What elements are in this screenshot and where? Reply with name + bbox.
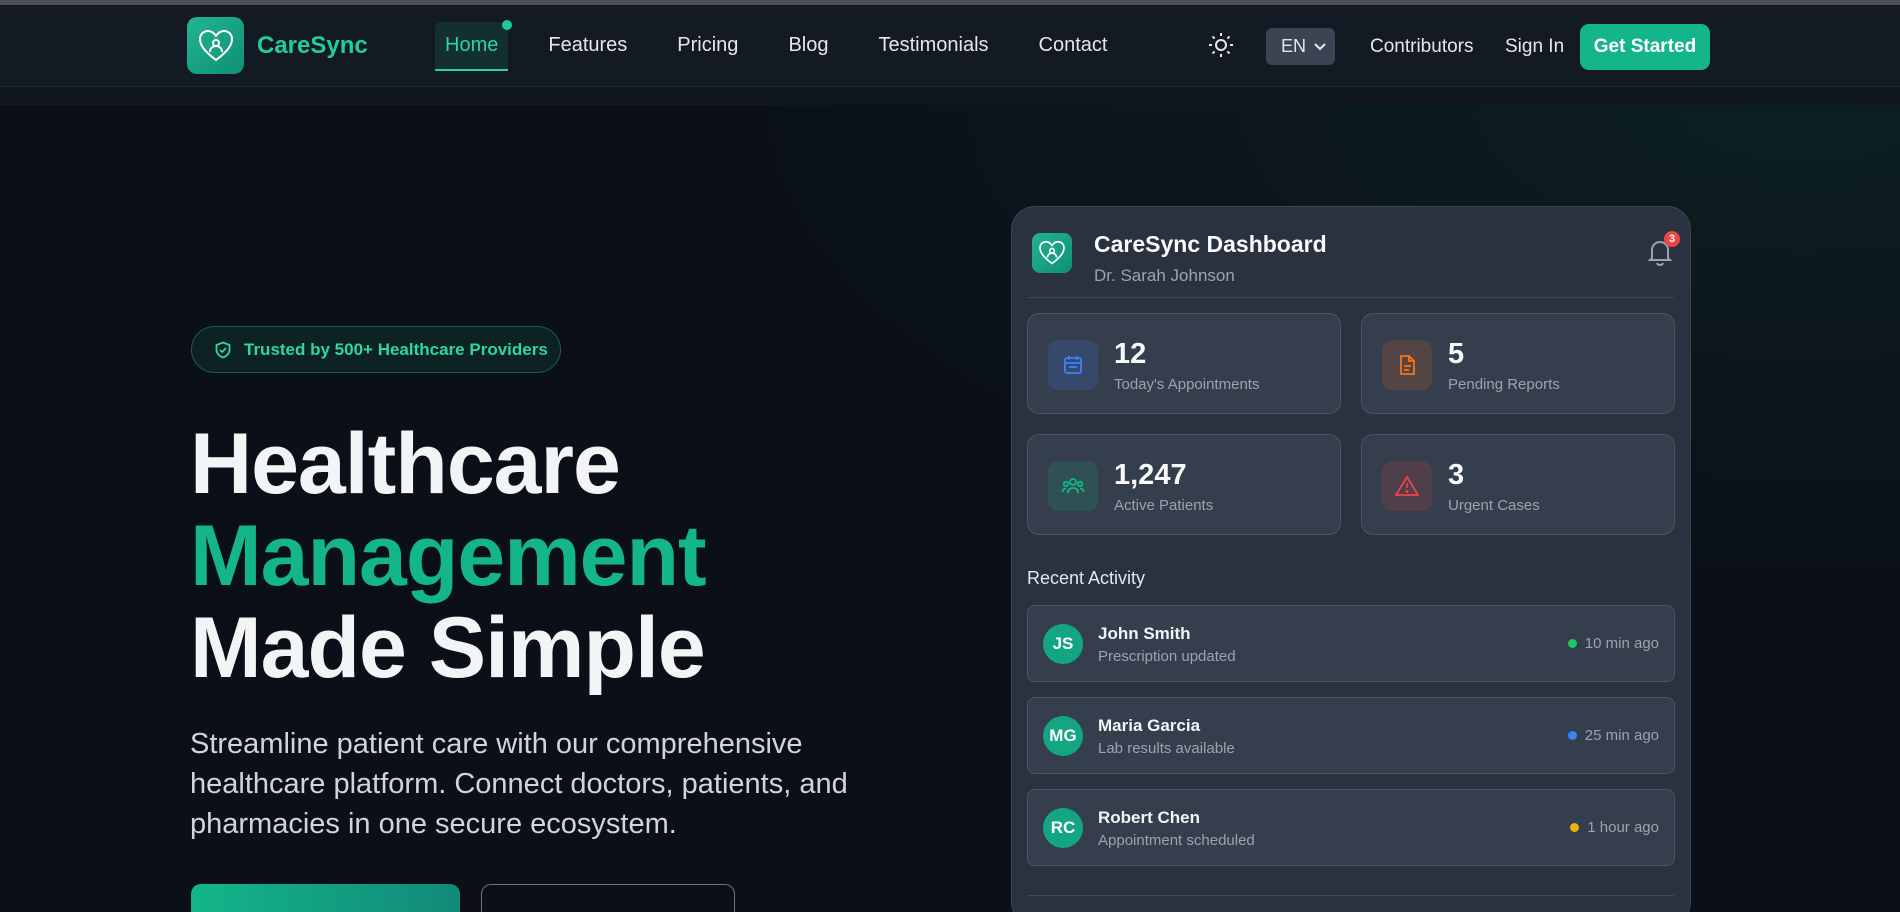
notifications-button[interactable]: 3 (1646, 231, 1680, 267)
stat-label: Pending Reports (1448, 376, 1560, 393)
calendar-icon (1048, 340, 1098, 390)
nav-link-label: Blog (788, 34, 829, 56)
activity-time-text: 25 min ago (1584, 727, 1659, 744)
language-select[interactable]: EN (1266, 28, 1335, 65)
activity-description: Appointment scheduled (1098, 832, 1255, 849)
hero-secondary-button[interactable] (481, 884, 735, 912)
stat-value: 3 (1448, 459, 1465, 491)
active-indicator-dot (502, 20, 513, 30)
shield-check-icon (215, 341, 231, 358)
hero-subtitle: Streamline patient care with our compreh… (190, 728, 848, 840)
heart-logo-icon (187, 17, 244, 74)
stat-label: Today's Appointments (1114, 376, 1260, 393)
trust-badge-text: Trusted by 500+ Healthcare Providers (244, 339, 548, 359)
status-dot (1570, 823, 1580, 832)
activity-description: Lab results available (1098, 740, 1235, 757)
nav-link-features[interactable]: Features (538, 22, 637, 71)
recent-activity-title: Recent Activity (1027, 568, 1146, 588)
activity-name: Robert Chen (1098, 808, 1200, 827)
activity-item[interactable]: JS John Smith Prescription updated 10 mi… (1027, 605, 1675, 682)
navbar-shadow (0, 87, 1900, 105)
stat-label: Active Patients (1114, 497, 1214, 514)
divider (1028, 297, 1674, 298)
status-dot (1567, 639, 1577, 648)
trust-badge: Trusted by 500+ Healthcare Providers (191, 326, 561, 373)
sign-in-link[interactable]: Sign In (1505, 36, 1564, 58)
sun-icon (1209, 33, 1233, 57)
nav-link-label: Home (445, 34, 499, 56)
stat-value: 5 (1448, 338, 1465, 370)
nav-link-label: Testimonials (878, 34, 989, 56)
nav-link-pricing[interactable]: Pricing (667, 22, 748, 71)
activity-time-text: 1 hour ago (1587, 819, 1659, 836)
hero-title-line1: Healthcare (190, 416, 621, 512)
nav-link-label: Features (548, 34, 628, 56)
notification-count-badge: 3 (1664, 231, 1680, 247)
stat-card-pending-reports[interactable]: 5 Pending Reports (1361, 313, 1675, 414)
hero-title-line3: Made Simple (190, 600, 706, 696)
nav-link-testimonials[interactable]: Testimonials (868, 22, 998, 71)
activity-time: 1 hour ago (1570, 819, 1659, 836)
contributors-link[interactable]: Contributors (1370, 36, 1474, 58)
dashboard-header: CareSync Dashboard Dr. Sarah Johnson (1032, 231, 1327, 286)
theme-toggle-button[interactable] (1206, 30, 1236, 60)
divider (1028, 895, 1674, 896)
stat-value: 1,247 (1114, 459, 1187, 491)
stat-card-active-patients[interactable]: 1,247 Active Patients (1027, 434, 1341, 535)
activity-time: 25 min ago (1567, 727, 1659, 744)
dashboard-title: CareSync Dashboard (1094, 231, 1327, 257)
document-icon (1382, 340, 1432, 390)
nav-link-home[interactable]: Home (435, 20, 513, 71)
language-value: EN (1281, 36, 1307, 56)
stat-label: Urgent Cases (1448, 497, 1540, 514)
activity-description: Prescription updated (1098, 648, 1236, 665)
activity-item[interactable]: MG Maria Garcia Lab results available 25… (1027, 697, 1675, 774)
status-dot (1567, 731, 1577, 740)
users-icon (1048, 461, 1098, 511)
chevron-down-icon (1314, 42, 1326, 50)
activity-name: Maria Garcia (1098, 716, 1201, 735)
nav-link-blog[interactable]: Blog (778, 22, 838, 71)
brand-name: CareSync (257, 31, 368, 59)
avatar: JS (1043, 624, 1083, 664)
nav-link-label: Pricing (677, 34, 739, 56)
brand-logo[interactable]: CareSync (187, 17, 368, 74)
stat-card-urgent-cases[interactable]: 3 Urgent Cases (1361, 434, 1675, 535)
activity-time-text: 10 min ago (1584, 635, 1659, 652)
get-started-button[interactable]: Get Started (1580, 24, 1710, 70)
nav-link-contact[interactable]: Contact (1029, 22, 1118, 71)
avatar: MG (1043, 716, 1083, 756)
hero-title: Healthcare Management Made Simple (190, 418, 890, 694)
stat-value: 12 (1114, 338, 1147, 370)
stat-card-appointments[interactable]: 12 Today's Appointments (1027, 313, 1341, 414)
dashboard-user-name: Dr. Sarah Johnson (1094, 266, 1235, 285)
main-nav: Home Features Pricing Blog Testimonials … (435, 20, 1147, 71)
activity-time: 10 min ago (1567, 635, 1659, 652)
dashboard-preview-card: CareSync Dashboard Dr. Sarah Johnson 3 1… (1011, 206, 1691, 912)
hero-title-accent: Management (190, 508, 707, 604)
activity-name: John Smith (1098, 624, 1191, 643)
avatar: RC (1043, 808, 1083, 848)
hero-primary-button[interactable] (191, 884, 460, 912)
heart-logo-icon (1032, 233, 1072, 273)
alert-icon (1382, 461, 1432, 511)
nav-link-label: Contact (1038, 34, 1108, 56)
activity-item[interactable]: RC Robert Chen Appointment scheduled 1 h… (1027, 789, 1675, 866)
